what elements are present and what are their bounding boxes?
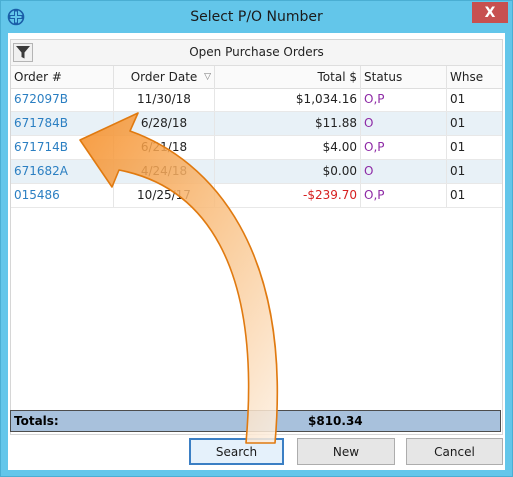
totals-value: $810.34 bbox=[308, 414, 363, 428]
whse-cell: 01 bbox=[450, 92, 466, 106]
dialog-content: Open Purchase Orders Order # Order Date … bbox=[8, 33, 505, 470]
order-date-cell: 11/30/18 bbox=[114, 88, 215, 111]
column-header-order[interactable]: Order # bbox=[11, 66, 114, 88]
total-cell: $11.88 bbox=[215, 112, 361, 135]
column-header-status[interactable]: Status bbox=[361, 66, 447, 88]
column-headers: Order # Order Date ▽ Total $ Status Whse bbox=[11, 66, 502, 89]
table-row[interactable]: 672097B 11/30/18 $1,034.16 O,P 01 bbox=[11, 88, 502, 112]
whse-cell: 01 bbox=[450, 140, 466, 154]
total-cell: $1,034.16 bbox=[215, 88, 361, 111]
cancel-button[interactable]: Cancel bbox=[406, 438, 503, 465]
close-icon: X bbox=[484, 4, 496, 21]
order-date-cell: 6/28/18 bbox=[114, 112, 215, 135]
order-number-cell[interactable]: 671682A bbox=[11, 160, 114, 183]
window-title: Select P/O Number bbox=[190, 9, 323, 25]
order-date-cell: 6/21/18 bbox=[114, 136, 215, 159]
status-cell: O,P bbox=[361, 136, 447, 159]
table-row[interactable]: 671714B 6/21/18 $4.00 O,P 01 bbox=[11, 136, 502, 160]
status-cell: O bbox=[361, 160, 447, 183]
search-button[interactable]: Search bbox=[189, 438, 284, 465]
column-header-order-date-label: Order Date bbox=[130, 70, 198, 84]
order-number-cell[interactable]: 015486 bbox=[11, 184, 114, 207]
title-bar[interactable]: Select P/O Number X bbox=[1, 1, 512, 33]
grid-header: Open Purchase Orders bbox=[11, 40, 502, 66]
column-header-whse[interactable]: Whse bbox=[447, 66, 502, 88]
total-cell: -$239.70 bbox=[215, 184, 361, 207]
close-button[interactable]: X bbox=[472, 2, 508, 23]
totals-bar: Totals: $810.34 bbox=[10, 410, 501, 432]
order-number-cell[interactable]: 672097B bbox=[11, 88, 114, 111]
table-row[interactable]: 671784B 6/28/18 $11.88 O 01 bbox=[11, 112, 502, 136]
order-number-cell[interactable]: 671714B bbox=[11, 136, 114, 159]
table-row[interactable]: 671682A 4/24/18 $0.00 O 01 bbox=[11, 160, 502, 184]
status-cell: O bbox=[361, 112, 447, 135]
status-cell: O,P bbox=[361, 184, 447, 207]
column-header-total[interactable]: Total $ bbox=[215, 66, 361, 88]
order-date-cell: 10/25/17 bbox=[114, 184, 215, 207]
sort-descending-icon: ▽ bbox=[204, 72, 211, 82]
status-cell: O,P bbox=[361, 88, 447, 111]
table-row[interactable]: 015486 10/25/17 -$239.70 O,P 01 bbox=[11, 184, 502, 208]
total-cell: $0.00 bbox=[215, 160, 361, 183]
grid-title: Open Purchase Orders bbox=[189, 45, 324, 59]
column-header-order-date[interactable]: Order Date ▽ bbox=[114, 66, 215, 88]
totals-label: Totals: bbox=[14, 414, 59, 428]
order-number-cell[interactable]: 671784B bbox=[11, 112, 114, 135]
whse-cell: 01 bbox=[450, 188, 466, 202]
new-button[interactable]: New bbox=[297, 438, 395, 465]
total-cell: $4.00 bbox=[215, 136, 361, 159]
whse-cell: 01 bbox=[450, 164, 466, 178]
whse-cell: 01 bbox=[450, 116, 466, 130]
order-date-cell: 4/24/18 bbox=[114, 160, 215, 183]
dialog-window: Select P/O Number X Open Purchase Orders… bbox=[0, 0, 513, 477]
purchase-orders-grid: Open Purchase Orders Order # Order Date … bbox=[10, 39, 503, 435]
